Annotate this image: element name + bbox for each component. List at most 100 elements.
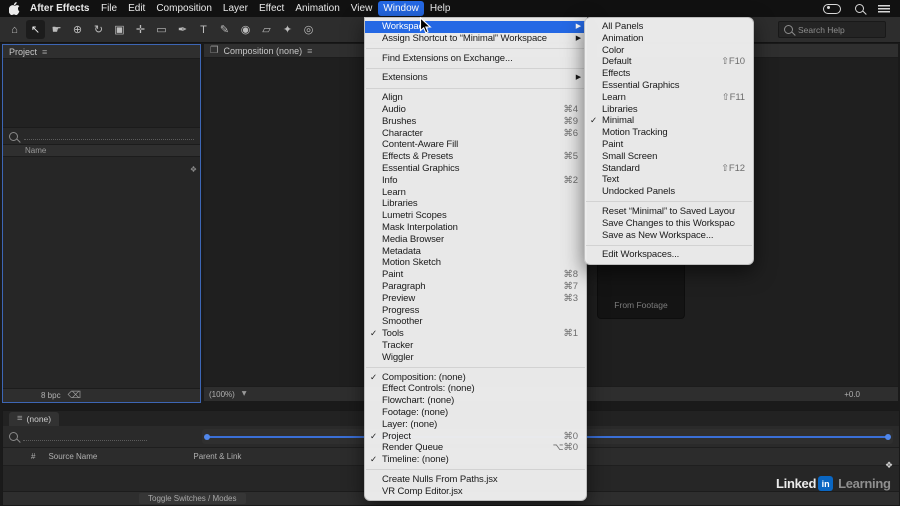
- menu-item[interactable]: Tracker: [365, 340, 586, 352]
- menu-item[interactable]: Effects: [585, 68, 753, 80]
- menu-item[interactable]: Composition: (none): [365, 372, 586, 384]
- menu-item[interactable]: Mask Interpolation: [365, 222, 586, 234]
- menu-composition[interactable]: Composition: [151, 1, 218, 16]
- apple-menu-icon[interactable]: [9, 2, 20, 15]
- chevron-down-icon[interactable]: ▾: [242, 389, 247, 399]
- menu-item[interactable]: Effect Controls: (none): [365, 383, 586, 395]
- selection-tool[interactable]: ↖: [26, 20, 45, 39]
- menu-item[interactable]: Undocked Panels: [585, 186, 753, 198]
- magnification-level[interactable]: (100%): [209, 390, 235, 399]
- zoom-handle-left[interactable]: [204, 433, 210, 440]
- app-name[interactable]: After Effects: [24, 3, 95, 14]
- hand-tool[interactable]: ☛: [47, 20, 66, 39]
- menu-animation[interactable]: Animation: [290, 1, 345, 16]
- menu-window[interactable]: Window: [377, 1, 425, 16]
- menu-file[interactable]: File: [95, 1, 122, 16]
- menu-item[interactable]: Essential Graphics: [585, 80, 753, 92]
- menu-item[interactable]: Paint: [585, 139, 753, 151]
- menu-item[interactable]: Brushes ⌘9: [365, 116, 586, 128]
- menu-item[interactable]: Minimal: [585, 115, 753, 127]
- search-help-field[interactable]: Search Help: [778, 21, 886, 38]
- timeline-tab-none[interactable]: ≡ (none): [9, 412, 60, 426]
- zoom-handle-right[interactable]: [885, 433, 891, 440]
- menu-item[interactable]: Extensions: [365, 72, 586, 84]
- menu-item[interactable]: Progress: [365, 305, 586, 317]
- menu-item[interactable]: Audio ⌘4: [365, 104, 586, 116]
- menu-item[interactable]: All Panels: [585, 21, 753, 33]
- menu-item[interactable]: Edit Workspaces...: [585, 249, 753, 261]
- menu-item[interactable]: Motion Tracking: [585, 127, 753, 139]
- spotlight-search-icon[interactable]: [855, 4, 864, 13]
- project-search-field[interactable]: [3, 128, 200, 144]
- brush-tool[interactable]: ✎: [215, 20, 234, 39]
- menu-item[interactable]: Wiggler: [365, 352, 586, 364]
- menu-item[interactable]: Essential Graphics: [365, 163, 586, 175]
- menu-item[interactable]: Find Extensions on Exchange...: [365, 53, 586, 65]
- type-tool[interactable]: T: [194, 20, 213, 39]
- project-panel-header[interactable]: Project ≡: [3, 45, 200, 59]
- menu-edit[interactable]: Edit: [123, 1, 151, 16]
- eraser-tool[interactable]: ▱: [257, 20, 276, 39]
- clone-stamp-tool[interactable]: ◉: [236, 20, 255, 39]
- menu-item[interactable]: Footage: (none): [365, 407, 586, 419]
- puppet-pin-tool[interactable]: ◎: [299, 20, 318, 39]
- menu-item[interactable]: Libraries: [365, 198, 586, 210]
- menu-effect[interactable]: Effect: [253, 1, 289, 16]
- menu-item[interactable]: Default ⇧F10: [585, 56, 753, 68]
- menu-item[interactable]: Effects & Presets ⌘5: [365, 151, 586, 163]
- pan-behind-tool[interactable]: ✛: [131, 20, 150, 39]
- home-tool[interactable]: ⌂: [5, 20, 24, 39]
- menu-help[interactable]: Help: [424, 1, 456, 16]
- timeline-search-field[interactable]: [9, 432, 147, 441]
- menu-item[interactable]: Character ⌘6: [365, 128, 586, 140]
- toggle-switches-modes-button[interactable]: Toggle Switches / Modes: [139, 493, 246, 504]
- menu-item[interactable]: Text: [585, 174, 753, 186]
- menu-item[interactable]: Learn: [365, 187, 586, 199]
- panel-menu-icon[interactable]: ≡: [42, 47, 47, 57]
- menu-layer[interactable]: Layer: [217, 1, 253, 16]
- menu-item[interactable]: Media Browser: [365, 234, 586, 246]
- menu-item[interactable]: Learn ⇧F11: [585, 92, 753, 104]
- menu-view[interactable]: View: [345, 1, 378, 16]
- menu-item[interactable]: Standard ⇧F12: [585, 163, 753, 175]
- menu-item[interactable]: Animation: [585, 33, 753, 45]
- menu-item[interactable]: Motion Sketch: [365, 257, 586, 269]
- pen-tool[interactable]: ✒: [173, 20, 192, 39]
- delete-icon[interactable]: ⌫: [68, 391, 81, 401]
- menu-item[interactable]: Tools ⌘1: [365, 328, 586, 340]
- exposure-value[interactable]: +0.0: [844, 390, 860, 399]
- menu-item[interactable]: Reset “Minimal” to Saved Layout: [585, 206, 753, 218]
- menu-item[interactable]: Info ⌘2: [365, 175, 586, 187]
- menu-item[interactable]: Save as New Workspace...: [585, 230, 753, 242]
- roto-brush-tool[interactable]: ✦: [278, 20, 297, 39]
- menu-item[interactable]: Color: [585, 45, 753, 57]
- menu-item[interactable]: Assign Shortcut to “Minimal” Workspace: [365, 33, 586, 45]
- menu-item[interactable]: Align: [365, 92, 586, 104]
- orbit-camera-tool[interactable]: ↻: [89, 20, 108, 39]
- screen-indicator-icon[interactable]: [823, 3, 841, 14]
- camera-tool[interactable]: ▣: [110, 20, 129, 39]
- menu-item[interactable]: Workspace: [365, 21, 586, 33]
- menu-item[interactable]: Small Screen: [585, 151, 753, 163]
- menu-item[interactable]: Lumetri Scopes: [365, 210, 586, 222]
- menu-item[interactable]: Timeline: (none): [365, 454, 586, 466]
- panel-menu-icon[interactable]: ≡: [307, 46, 312, 56]
- menu-item[interactable]: Preview ⌘3: [365, 293, 586, 305]
- menu-item[interactable]: Paint ⌘8: [365, 269, 586, 281]
- menu-item[interactable]: Layer: (none): [365, 419, 586, 431]
- menu-item[interactable]: Project ⌘0: [365, 431, 586, 443]
- notification-center-icon[interactable]: [878, 4, 890, 13]
- menu-item[interactable]: Render Queue ⌥⌘0: [365, 442, 586, 454]
- source-name-column[interactable]: Source Name: [48, 452, 97, 461]
- shape-tool[interactable]: ▭: [152, 20, 171, 39]
- menu-item[interactable]: Metadata: [365, 246, 586, 258]
- project-name-column-header[interactable]: Name: [3, 144, 200, 157]
- zoom-tool[interactable]: ⊕: [68, 20, 87, 39]
- menu-item[interactable]: Content-Aware Fill: [365, 139, 586, 151]
- menu-item[interactable]: Libraries: [585, 104, 753, 116]
- bit-depth-button[interactable]: 8 bpc: [41, 391, 61, 400]
- menu-item[interactable]: Save Changes to this Workspace: [585, 218, 753, 230]
- menu-item[interactable]: Flowchart: (none): [365, 395, 586, 407]
- menu-item[interactable]: Create Nulls From Paths.jsx: [365, 474, 586, 486]
- menu-item[interactable]: Paragraph ⌘7: [365, 281, 586, 293]
